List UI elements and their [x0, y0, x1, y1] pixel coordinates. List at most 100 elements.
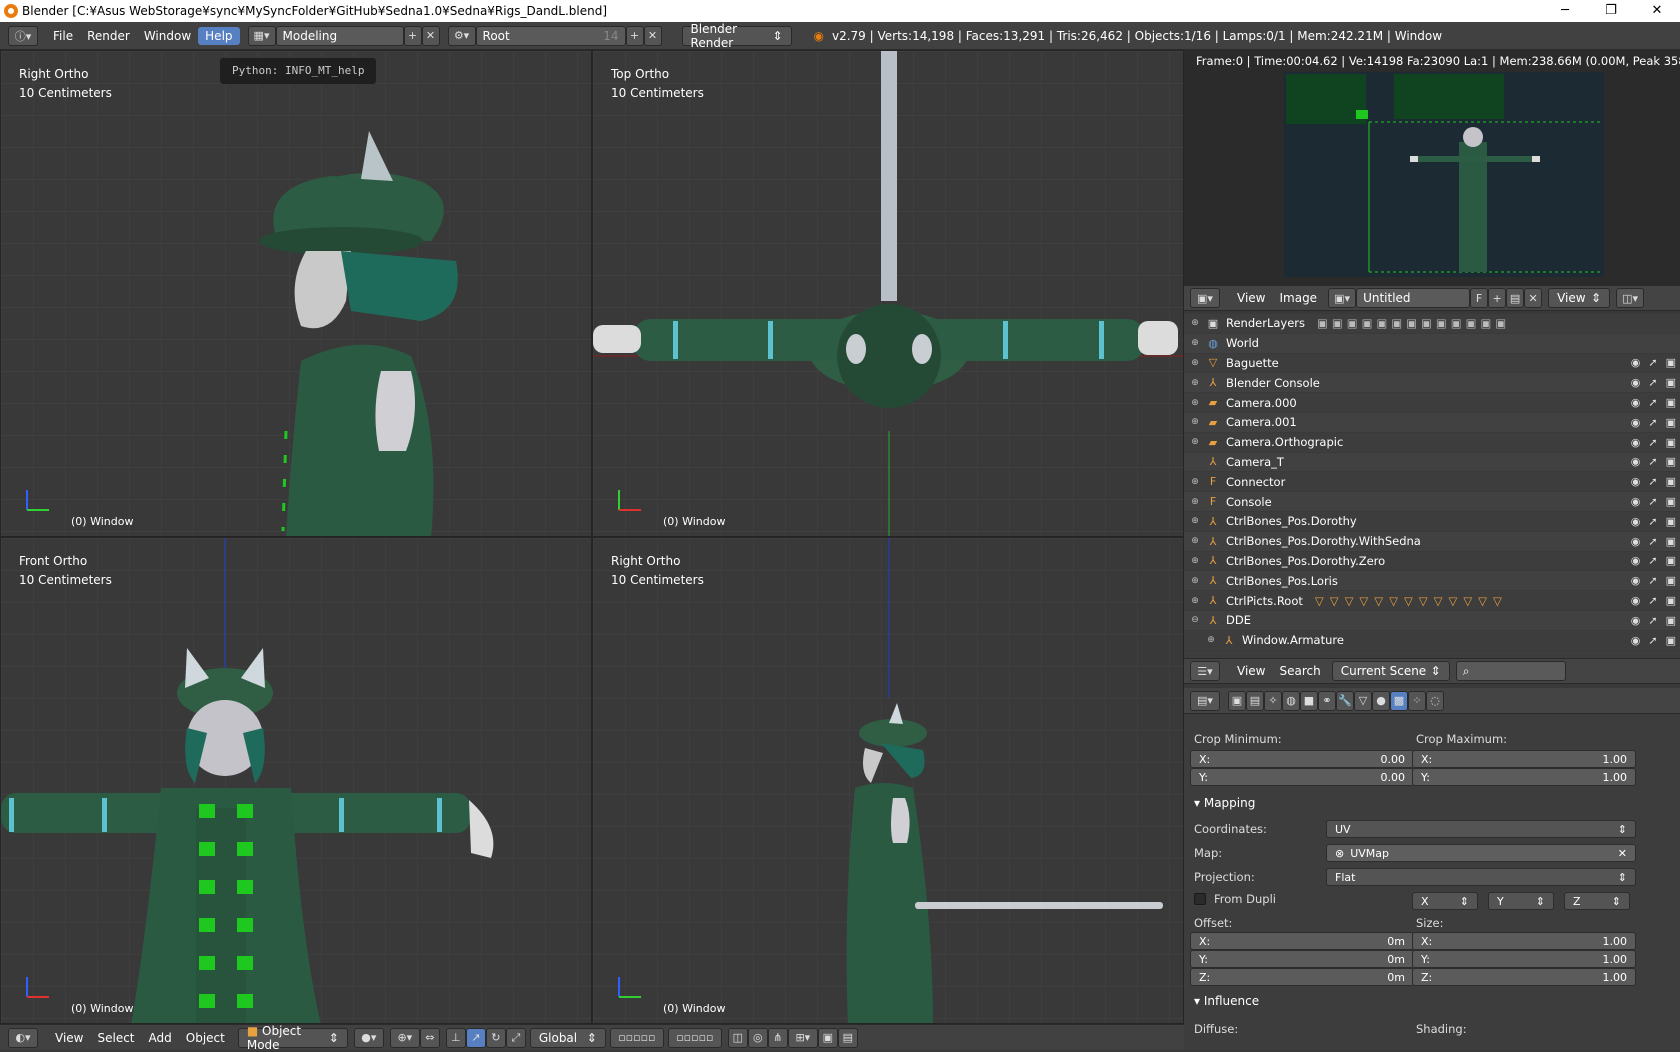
outliner-item-connector[interactable]: ⊕ F Connector ◉ ➚ ▣	[1184, 472, 1680, 493]
size-y-field[interactable]: Y: 1.00	[1412, 950, 1636, 968]
remove-scene-button[interactable]: ✕	[643, 25, 662, 46]
minimize-button[interactable]: ─	[1542, 0, 1588, 22]
editor-type-info-button[interactable]: ⓘ▾	[8, 25, 38, 46]
object-tab-icon[interactable]: ■	[1300, 690, 1318, 711]
scene-tab-icon[interactable]: ✧	[1264, 690, 1282, 711]
menu-add[interactable]: Add	[142, 1029, 179, 1047]
outliner-item-ctrlbones-dorothy-zero[interactable]: ⊕ ⅄ CtrlBones_Pos.Dorothy.Zero ◉ ➚ ▣	[1184, 552, 1680, 572]
manipulator-toggle-icon[interactable]: ⇔	[419, 1027, 440, 1048]
menu-file[interactable]: File	[46, 27, 80, 45]
render-engine-select[interactable]: Blender Render ⇕	[681, 22, 792, 50]
axis-x-select[interactable]: X ⇕	[1412, 892, 1478, 910]
add-scene-button[interactable]: +	[625, 25, 644, 46]
transform-manipulator-icon[interactable]: ⊥	[445, 1027, 466, 1048]
data-tab-icon[interactable]: ▽	[1354, 690, 1372, 711]
outliner-item-ctrlpicts-root[interactable]: ⊕ ⅄ CtrlPicts.Root ▽▽▽▽▽▽▽▽▽▽▽▽▽ ◉ ➚ ▣	[1184, 591, 1680, 611]
crop-min-x-field[interactable]: X: 0.00	[1190, 750, 1414, 768]
image-view-mode-select[interactable]: View ⇕	[1548, 288, 1611, 308]
outliner-item-console[interactable]: ⊕ F Console ◉ ➚ ▣	[1184, 492, 1680, 512]
editor-type-outliner-button[interactable]: ☰▾	[1190, 661, 1220, 681]
crop-max-x-field[interactable]: X: 1.00	[1412, 750, 1636, 768]
display-channels-icon[interactable]: ◫▾	[1616, 288, 1645, 308]
from-dupli-checkbox[interactable]: From Dupli	[1194, 892, 1276, 906]
translate-manipulator-icon[interactable]: ↗	[465, 1027, 486, 1048]
viewport-shading-button[interactable]: ●▾	[353, 1027, 384, 1048]
outliner-item-ctrlbones-loris[interactable]: ⊕ ⅄ CtrlBones_Pos.Loris ◉ ➚ ▣	[1184, 571, 1680, 592]
outliner-item-camera-001[interactable]: ⊕ ▰ Camera.001 ◉ ➚ ▣	[1184, 412, 1680, 433]
outliner-item-baguette[interactable]: ⊕ ▽ Baguette ◉ ➚ ▣	[1184, 354, 1680, 374]
render-opengl-icon[interactable]: ▣	[817, 1027, 838, 1048]
fake-user-button[interactable]: F	[1470, 288, 1489, 308]
texture-tab-icon[interactable]: ▩	[1390, 690, 1408, 711]
offset-x-field[interactable]: X: 0m	[1190, 932, 1414, 950]
layers-grid-1-icon[interactable]: ▫▫▫▫▫	[609, 1027, 664, 1048]
render-tab-icon[interactable]: ▣	[1228, 690, 1246, 711]
menu-window[interactable]: Window	[137, 27, 198, 45]
projection-select[interactable]: Flat ⇕	[1326, 868, 1636, 886]
editor-type-image-button[interactable]: ▣▾	[1190, 288, 1220, 308]
scene-field[interactable]: Root 14	[475, 25, 626, 46]
viewport-right-ortho-top[interactable]: Right Ortho 10 Centimeters (0) Window	[0, 50, 592, 537]
outliner-item-renderlayers[interactable]: ⊕ ▣ RenderLayers ▣▣▣▣▣▣▣▣▣▣▣▣▣	[1184, 314, 1680, 334]
outliner-item-dde[interactable]: ⊖ ⅄ DDE ◉ ➚ ▣	[1184, 610, 1680, 631]
render-layers-tab-icon[interactable]: ▤	[1246, 690, 1264, 711]
modifiers-tab-icon[interactable]: 🔧	[1336, 690, 1354, 711]
scene-icon[interactable]: ⚙▾	[447, 25, 476, 46]
new-image-button[interactable]: +	[1488, 288, 1507, 308]
mapping-panel-header[interactable]: ▾ Mapping	[1194, 796, 1255, 810]
pivot-point-button[interactable]: ⊕▾	[389, 1027, 420, 1048]
image-browse-icon[interactable]: ▣▾	[1328, 288, 1357, 308]
outliner-item-window-armature[interactable]: ⊕ ⅄ Window.Armature ◉ ➚ ▣	[1184, 631, 1680, 651]
coordinates-select[interactable]: UV ⇕	[1326, 820, 1636, 838]
viewport-front-ortho[interactable]: Front Ortho 10 Centimeters (0) Window	[0, 537, 592, 1024]
crop-min-y-field[interactable]: Y: 0.00	[1190, 768, 1414, 786]
lock-camera-icon[interactable]: ◫	[727, 1027, 748, 1048]
outliner-search-input[interactable]: ⌕	[1455, 661, 1566, 681]
screen-layout-field[interactable]: Modeling	[275, 25, 404, 46]
size-x-field[interactable]: X: 1.00	[1412, 932, 1636, 950]
outliner-item-camera-t[interactable]: ⅄ Camera_T ◉ ➚ ▣	[1184, 452, 1680, 473]
image-name-field[interactable]: Untitled	[1356, 288, 1471, 308]
viewport-right-ortho-bottom[interactable]: Right Ortho 10 Centimeters (0) Window	[592, 537, 1184, 1024]
outliner-item-ctrlbones-dorothy[interactable]: ⊕ ⅄ CtrlBones_Pos.Dorothy ◉ ➚ ▣	[1184, 512, 1680, 532]
offset-z-field[interactable]: Z: 0m	[1190, 968, 1414, 986]
menu-help[interactable]: Help	[198, 26, 240, 45]
axis-z-select[interactable]: Z ⇕	[1564, 892, 1630, 910]
screen-layout-icon[interactable]: ▦▾	[247, 25, 276, 46]
close-button[interactable]: ✕	[1634, 0, 1680, 22]
scale-manipulator-icon[interactable]: ⤢	[505, 1027, 526, 1048]
outliner-item-ctrlbones-dorothy-withsedna[interactable]: ⊕ ⅄ CtrlBones_Pos.Dorothy.WithSedna ◉ ➚ ▣	[1184, 531, 1680, 552]
editor-type-properties-button[interactable]: ▤▾	[1190, 690, 1220, 711]
menu-outliner-view[interactable]: View	[1230, 662, 1272, 680]
snap-icon[interactable]: ⋔	[767, 1027, 788, 1048]
world-tab-icon[interactable]: ◍	[1282, 690, 1300, 711]
maximize-button[interactable]: ❐	[1588, 0, 1634, 22]
outliner-item-world[interactable]: ⊕ ◍ World	[1184, 333, 1680, 354]
menu-outliner-search[interactable]: Search	[1272, 662, 1327, 680]
particles-tab-icon[interactable]: ⁘	[1408, 690, 1426, 711]
editor-type-3d-button[interactable]: ◐▾	[8, 1027, 38, 1048]
object-mode-select[interactable]: ■ Object Mode ⇕	[237, 1024, 348, 1052]
open-image-icon[interactable]: ▤	[1506, 288, 1525, 308]
axis-y-select[interactable]: Y ⇕	[1488, 892, 1554, 910]
size-z-field[interactable]: Z: 1.00	[1412, 968, 1636, 986]
unlink-image-button[interactable]: ✕	[1524, 288, 1543, 308]
menu-object[interactable]: Object	[179, 1029, 232, 1047]
add-layout-button[interactable]: +	[403, 25, 422, 46]
viewport-top-ortho[interactable]: Top Ortho 10 Centimeters (0) Window	[592, 50, 1184, 537]
crop-max-y-field[interactable]: Y: 1.00	[1412, 768, 1636, 786]
menu-image[interactable]: Image	[1272, 289, 1324, 307]
outliner-item-camera-orthograpic[interactable]: ⊕ ▰ Camera.Orthograpic ◉ ➚ ▣	[1184, 433, 1680, 453]
orientation-select[interactable]: Global ⇕	[529, 1027, 606, 1048]
uvmap-field[interactable]: ⊗ UVMap ✕	[1326, 844, 1636, 862]
physics-tab-icon[interactable]: ◌	[1426, 690, 1444, 711]
remove-layout-button[interactable]: ✕	[421, 25, 440, 46]
layers-grid-2-icon[interactable]: ▫▫▫▫▫	[667, 1027, 722, 1048]
snap-element-icon[interactable]: ⊞▾	[787, 1027, 818, 1048]
outliner-item-camera-000[interactable]: ⊕ ▰ Camera.000 ◉ ➚ ▣	[1184, 393, 1680, 413]
menu-render[interactable]: Render	[80, 27, 137, 45]
render-animation-icon[interactable]: ▤	[837, 1027, 858, 1048]
influence-panel-header[interactable]: ▾ Influence	[1194, 994, 1259, 1008]
menu-view[interactable]: View	[48, 1029, 90, 1047]
constraints-tab-icon[interactable]: ⚭	[1318, 690, 1336, 711]
